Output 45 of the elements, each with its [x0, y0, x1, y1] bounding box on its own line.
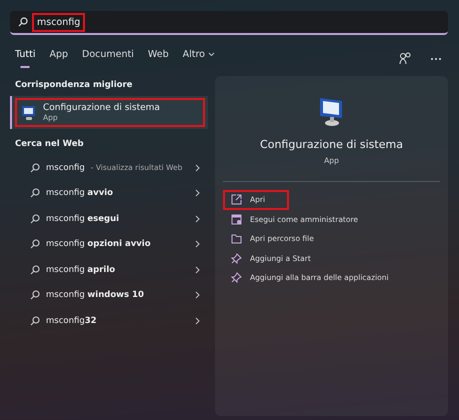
app-title: Configurazione di sistema [259, 138, 404, 151]
search-icon [18, 17, 28, 27]
filter-tab[interactable]: Web [148, 49, 169, 68]
section-heading: Cerca nel Web [14, 138, 85, 151]
search-field[interactable]: msconfig [10, 11, 448, 35]
open-external-icon [231, 194, 242, 206]
web-search-suggestion[interactable]: msconfig opzioni avvio [10, 232, 208, 257]
suggestion-text: msconfig aprilo [46, 264, 116, 275]
suggestion-text: msconfig windows 10 [46, 290, 144, 300]
search-icon [30, 264, 40, 275]
suggestion-text: msconfig32 [46, 316, 97, 326]
search-icon [30, 316, 40, 326]
web-search-suggestion[interactable]: msconfig esegui [10, 206, 208, 232]
chevron-right-icon [195, 214, 200, 223]
pin-icon [231, 252, 242, 264]
section-heading: Corrispondenza migliore [14, 79, 134, 92]
search-query: msconfig [32, 12, 86, 32]
suggestion-text: msconfig esegui [46, 214, 120, 224]
filter-tab[interactable]: App [49, 49, 68, 68]
search-icon [30, 290, 40, 300]
chevron-right-icon [195, 291, 200, 300]
search-icon [30, 162, 40, 173]
web-search-suggestion[interactable]: msconfig32 [10, 308, 208, 334]
pin-icon [231, 272, 242, 284]
chevron-right-icon [195, 266, 200, 274]
window-badge-icon [231, 214, 242, 225]
chevron-right-icon [195, 240, 200, 248]
suggestion-text: msconfig avvio [46, 188, 113, 198]
search-icon [30, 188, 40, 198]
result-title: Configurazione di sistema [43, 103, 160, 113]
web-search-suggestion[interactable]: msconfig windows 10 [10, 282, 208, 308]
web-search-suggestion[interactable]: msconfig avvio [10, 180, 208, 206]
monitor-icon [21, 104, 37, 120]
filter-tab[interactable]: Tutti [15, 49, 36, 68]
web-search-suggestion[interactable]: msconfig aprilo [10, 257, 208, 282]
chevron-right-icon [195, 316, 200, 325]
search-icon [30, 239, 40, 250]
filter-tab[interactable]: Altro [182, 49, 215, 68]
suggestion-text: msconfig opzioni avvio [46, 239, 151, 250]
suggestion-text: msconfig [46, 162, 85, 173]
filter-tab[interactable]: Documenti [82, 49, 134, 68]
search-icon [30, 214, 40, 224]
chevron-right-icon [195, 189, 200, 198]
folder-icon [231, 234, 242, 244]
chevron-right-icon [195, 164, 200, 172]
